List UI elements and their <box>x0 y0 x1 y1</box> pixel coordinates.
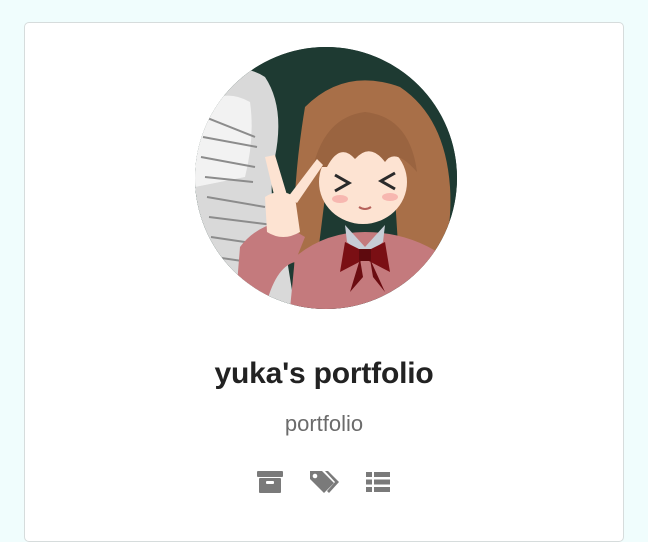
avatar-image <box>195 47 457 309</box>
list-icon[interactable] <box>362 467 394 497</box>
page-title: yuka's portfolio <box>214 357 434 390</box>
icon-bar <box>25 467 623 497</box>
tags-icon[interactable] <box>308 467 340 497</box>
archive-icon[interactable] <box>254 467 286 497</box>
avatar[interactable] <box>195 47 457 309</box>
profile-card: yuka's portfolio portfolio <box>24 22 624 542</box>
page-subtitle: portfolio <box>284 411 364 436</box>
